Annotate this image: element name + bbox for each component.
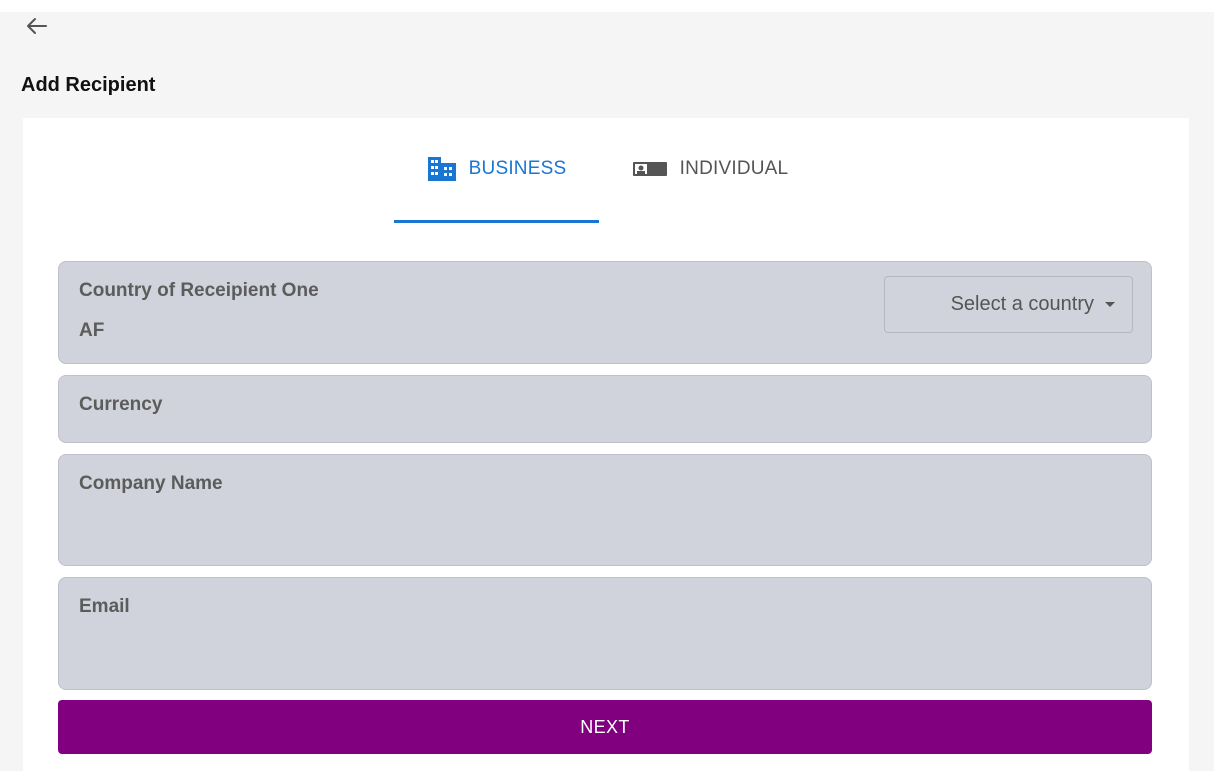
tab-business-label: BUSINESS (468, 158, 567, 179)
email-field[interactable]: Email (58, 577, 1152, 690)
company-name-label: Company Name (79, 473, 223, 494)
arrow-left-icon (27, 18, 47, 34)
tab-business[interactable]: BUSINESS (394, 118, 599, 226)
country-select-text: Select a country (950, 293, 1094, 315)
building-icon (427, 157, 456, 181)
country-select[interactable]: Select a country (884, 276, 1133, 333)
country-value: AF (79, 320, 105, 341)
id-card-icon (632, 162, 667, 176)
country-label: Country of Receipient One (79, 280, 319, 301)
back-button[interactable] (22, 12, 52, 40)
page-title: Add Recipient (21, 74, 156, 96)
recipient-type-tabs: BUSINESS INDIVIDUAL (23, 118, 1189, 226)
next-button[interactable]: NEXT (58, 700, 1152, 754)
tab-individual-label: INDIVIDUAL (679, 158, 789, 179)
company-name-field[interactable]: Company Name (58, 454, 1152, 566)
tab-individual[interactable]: INDIVIDUAL (615, 118, 805, 226)
caret-down-icon (1105, 301, 1115, 307)
email-label: Email (79, 596, 130, 617)
currency-label: Currency (79, 394, 163, 415)
country-field: Country of Receipient One AF Select a co… (58, 261, 1152, 364)
currency-field[interactable]: Currency (58, 375, 1152, 443)
active-tab-indicator (394, 220, 599, 223)
recipient-form-card: BUSINESS INDIVIDUAL Country of Receipien… (23, 118, 1189, 771)
